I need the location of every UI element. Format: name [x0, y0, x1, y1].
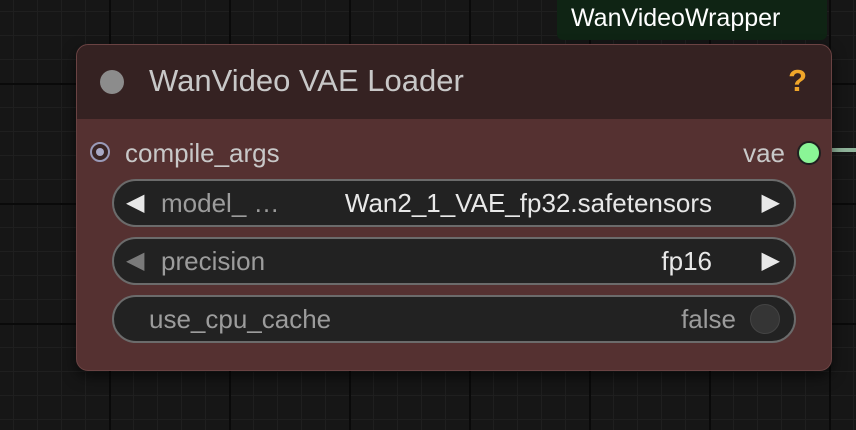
collapse-dot-icon[interactable]: [100, 70, 124, 94]
model-name-combo[interactable]: ◀ model_ … Wan2_1_VAE_fp32.safetensors ▶: [112, 179, 796, 227]
model-name-label: model_ …: [161, 188, 280, 218]
node-title-bar[interactable]: WanVideo VAE Loader ?: [77, 45, 831, 119]
use-cpu-cache-value: false: [681, 304, 736, 334]
model-next-arrow-icon[interactable]: ▶: [762, 181, 780, 225]
help-icon[interactable]: ?: [788, 61, 807, 101]
compile-args-input-slot[interactable]: [90, 142, 110, 162]
precision-combo[interactable]: ◀ precision fp16 ▶: [112, 237, 796, 285]
model-prev-arrow-icon[interactable]: ◀: [126, 181, 144, 225]
vae-output-slot[interactable]: [797, 141, 821, 165]
toggle-knob-icon[interactable]: [750, 304, 780, 334]
precision-value[interactable]: fp16: [661, 239, 712, 283]
group-title[interactable]: WanVideoWrapper: [557, 0, 827, 40]
use-cpu-cache-toggle[interactable]: use_cpu_cache false: [112, 295, 796, 343]
use-cpu-cache-label: use_cpu_cache: [149, 304, 332, 334]
compile-args-label: compile_args: [125, 138, 280, 168]
node-title: WanVideo VAE Loader: [149, 63, 464, 98]
wanvideo-vae-loader-node[interactable]: WanVideo VAE Loader ? compile_args vae ◀…: [76, 44, 832, 371]
precision-label: precision: [161, 246, 266, 276]
precision-next-arrow-icon[interactable]: ▶: [762, 239, 780, 283]
vae-output-label: vae: [743, 138, 785, 168]
model-name-value[interactable]: Wan2_1_VAE_fp32.safetensors: [345, 181, 712, 225]
precision-prev-arrow-icon[interactable]: ◀: [126, 239, 144, 283]
